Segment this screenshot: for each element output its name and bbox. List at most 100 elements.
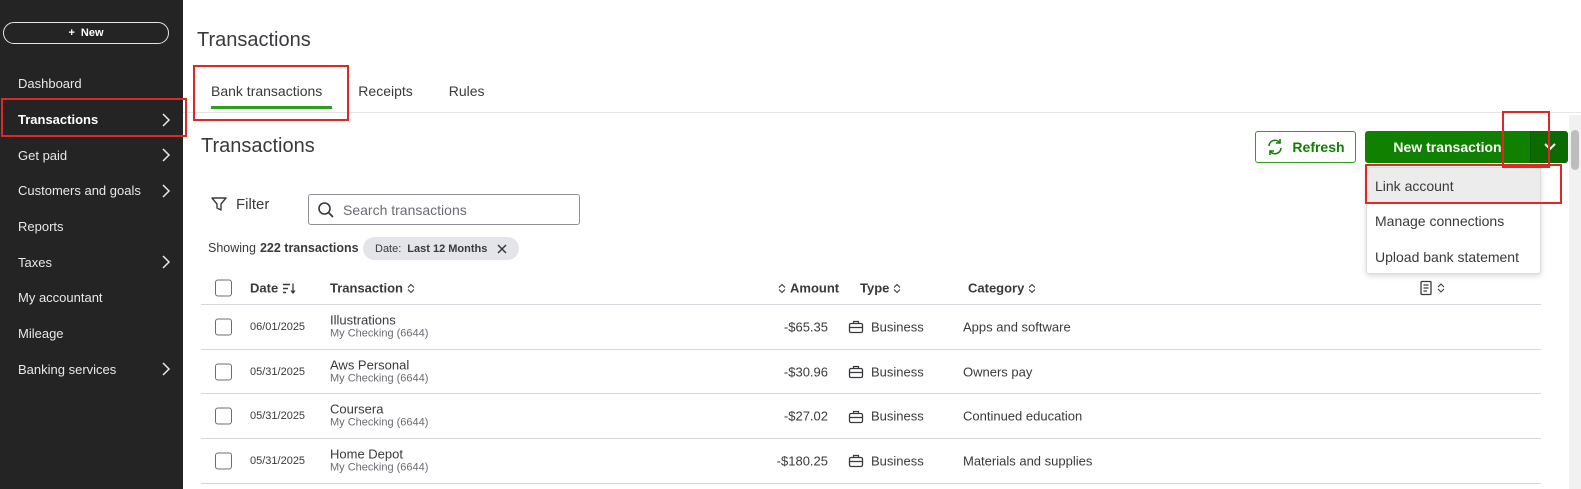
sidebar-item-taxes[interactable]: Taxes [0,244,183,280]
sidebar-item-get-paid[interactable]: Get paid [0,137,183,173]
search-input[interactable] [343,201,563,218]
row-type-label: Business [871,408,924,424]
row-amount: -$30.96 [783,364,828,380]
sidebar-item-label: Taxes [18,254,52,270]
sidebar-item-label: Reports [18,219,64,235]
row-transaction: Aws Personal My Checking (6644) [330,358,428,385]
new-button[interactable]: + New [3,22,169,44]
sort-icon [1028,283,1036,293]
sidebar-item-label: Get paid [18,147,68,163]
transactions-table: Date Transaction Amount Type Category 06… [201,272,1541,484]
row-type[interactable]: Business [848,453,924,468]
filter-button[interactable]: Filter [210,195,269,213]
row-date: 05/31/2025 [250,410,306,423]
row-checkbox[interactable] [215,318,232,336]
tab-receipts[interactable]: Receipts [340,70,430,112]
sidebar-item-transactions[interactable]: Transactions [0,102,183,138]
row-transaction: Illustrations My Checking (6644) [330,313,428,340]
table-row[interactable]: 05/31/2025 Home Depot My Checking (6644)… [201,439,1541,484]
row-transaction: Home Depot My Checking (6644) [330,447,428,474]
sidebar-item-banking-services[interactable]: Banking services [0,352,183,388]
sidebar-item-customers-and-goals[interactable]: Customers and goals [0,173,183,209]
row-transaction: Coursera My Checking (6644) [330,401,428,430]
page-title: Transactions [197,29,311,51]
row-date: 05/31/2025 [250,454,306,467]
row-category[interactable]: Owners pay [963,364,1032,379]
row-type[interactable]: Business [848,409,924,424]
date-filter-chip[interactable]: Date: Last 12 Months [363,237,520,260]
sort-icon [778,283,786,293]
column-header-date[interactable]: Date [250,281,296,296]
vertical-scrollbar[interactable] [1569,115,1581,489]
refresh-button[interactable]: Refresh [1255,131,1356,163]
row-type[interactable]: Business [848,319,924,334]
row-category[interactable]: Apps and software [963,319,1071,334]
tab-bank-transactions[interactable]: Bank transactions [193,70,340,112]
column-header-amount[interactable]: Amount [778,281,839,296]
chevron-right-icon [162,148,171,162]
briefcase-icon [848,365,864,379]
row-category[interactable]: Continued education [963,409,1082,424]
row-transaction-account: My Checking (6644) [330,461,429,474]
row-checkbox[interactable] [215,452,232,470]
column-header-amount-label: Amount [790,280,840,296]
sidebar-item-reports[interactable]: Reports [0,209,183,245]
row-checkbox[interactable] [215,407,232,425]
receipt-icon [1420,280,1432,296]
column-header-receipt[interactable] [1419,280,1445,296]
briefcase-icon [848,321,864,334]
row-type-label: Business [871,319,924,335]
search-icon [318,201,334,218]
column-header-category[interactable]: Category [968,281,1036,296]
row-checkbox[interactable] [215,363,232,381]
column-header-type[interactable]: Type [860,281,901,296]
row-type[interactable]: Business [848,364,924,379]
showing-count: 222 transactions [259,241,359,255]
sidebar-item-mileage[interactable]: Mileage [0,316,183,352]
sidebar-item-label: Dashboard [18,76,82,92]
row-checkbox-cell [215,452,232,470]
results-summary: Showing 222 transactions [208,241,359,255]
sort-icon [1437,283,1445,293]
table-row[interactable]: 05/31/2025 Aws Personal My Checking (664… [201,350,1541,395]
column-header-date-label: Date [250,280,279,296]
tab-rules[interactable]: Rules [431,70,503,112]
row-transaction-name: Coursera [330,401,384,417]
sidebar-nav: Dashboard Transactions Get paid Customer… [0,66,183,387]
sort-descending-icon [283,283,296,294]
new-transaction-button[interactable]: New transaction [1365,131,1530,163]
table-row[interactable]: 06/01/2025 Illustrations My Checking (66… [201,305,1541,350]
sort-icon [407,283,415,293]
sidebar-item-label: Customers and goals [18,183,141,199]
briefcase-icon [848,455,864,468]
refresh-button-label: Refresh [1292,139,1345,155]
filter-label: Filter [236,195,270,213]
tab-divider [183,112,1581,113]
chevron-right-icon [162,362,171,376]
new-transaction-dropdown-button[interactable] [1530,131,1568,163]
sidebar-item-dashboard[interactable]: Dashboard [0,66,183,102]
menu-item-link-account[interactable]: Link account [1367,168,1540,204]
row-transaction-name: Aws Personal [330,357,410,373]
row-category[interactable]: Materials and supplies [963,453,1092,468]
sidebar-item-label: Mileage [18,326,64,342]
search-field[interactable] [308,194,580,225]
column-header-transaction-label: Transaction [330,280,403,296]
sidebar-item-my-accountant[interactable]: My accountant [0,280,183,316]
column-header-transaction[interactable]: Transaction [330,281,415,296]
scrollbar-thumb[interactable] [1571,130,1579,170]
select-all-checkbox-cell [215,279,232,297]
row-date: 06/01/2025 [250,320,306,333]
tab-bar: Bank transactions Receipts Rules [193,70,503,112]
chevron-right-icon [162,255,171,269]
menu-item-upload-bank-statement[interactable]: Upload bank statement [1367,239,1540,275]
close-icon[interactable] [497,243,507,254]
main-content: Transactions Bank transactions Receipts … [183,0,1581,489]
row-type-label: Business [871,453,924,469]
select-all-checkbox[interactable] [215,279,232,297]
row-transaction-account: My Checking (6644) [330,327,429,340]
filter-icon [211,197,227,211]
menu-item-manage-connections[interactable]: Manage connections [1367,204,1540,240]
plus-icon: + [68,27,75,39]
table-row[interactable]: 05/31/2025 Coursera My Checking (6644) -… [201,394,1541,440]
